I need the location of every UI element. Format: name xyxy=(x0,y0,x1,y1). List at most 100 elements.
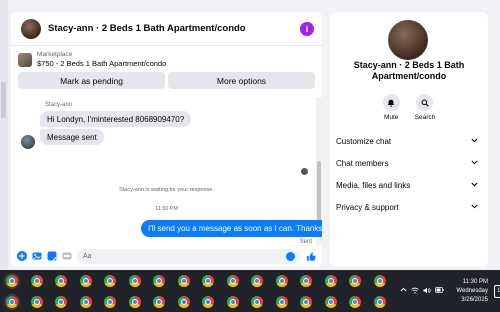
message-input[interactable]: Aa xyxy=(77,248,301,264)
chevron-down-icon xyxy=(471,138,478,145)
clock-time: 11:30 PM xyxy=(462,278,488,285)
clock-date: 3/26/2025 xyxy=(461,296,488,303)
customize-chat-row[interactable]: Customize chat xyxy=(336,130,478,152)
avatar[interactable] xyxy=(21,18,41,39)
seen-indicator-avatar xyxy=(301,168,308,175)
taskbar-browser-button[interactable] xyxy=(294,291,319,312)
taskbar-browser-button[interactable] xyxy=(196,270,221,291)
sender-name: Stacy-ann xyxy=(45,102,73,108)
taskbar-browser-button[interactable] xyxy=(49,291,74,312)
search-icon xyxy=(416,94,434,111)
notification-center-button[interactable]: 14 xyxy=(494,284,500,298)
plus-icon[interactable] xyxy=(17,251,27,261)
taskbar-browser-button[interactable] xyxy=(0,291,25,312)
chevron-down-icon xyxy=(471,160,478,167)
listing-thumbnail xyxy=(18,52,32,67)
clock[interactable]: 11:30 PM Wednesday 3/26/2025 xyxy=(448,278,488,305)
taskbar-browser-button[interactable] xyxy=(221,270,246,291)
chrome-icon xyxy=(79,295,92,308)
chrome-icon xyxy=(55,295,68,308)
mute-button[interactable]: Mute xyxy=(382,94,400,121)
speaker-icon[interactable] xyxy=(423,287,431,296)
taskbar-browser-button[interactable] xyxy=(98,270,123,291)
sender-avatar[interactable] xyxy=(21,135,35,149)
chevron-up-icon[interactable] xyxy=(400,287,407,296)
chrome-icon xyxy=(226,295,239,308)
taskbar-browser-button[interactable] xyxy=(172,270,197,291)
mark-as-pending-button[interactable]: Mark as pending xyxy=(18,72,165,89)
privacy-support-row[interactable]: Privacy & support xyxy=(336,196,478,218)
taskbar-browser-button[interactable] xyxy=(74,291,99,312)
waiting-notice: Stacy-ann is waiting for your response. xyxy=(119,187,214,193)
media-files-links-row[interactable]: Media, files and links xyxy=(336,174,478,196)
taskbar-browser-button[interactable] xyxy=(74,270,99,291)
conversation-details-panel: Stacy-ann · 2 Beds 1 Bath Apartment/cond… xyxy=(330,12,488,267)
taskbar-browser-button[interactable] xyxy=(319,270,344,291)
message-bubble-incoming: Message sent xyxy=(40,129,104,145)
wifi-icon[interactable] xyxy=(411,287,419,296)
chat-members-row[interactable]: Chat members xyxy=(336,152,478,174)
taskbar-browser-button[interactable] xyxy=(319,291,344,312)
taskbar-browser-button[interactable] xyxy=(123,270,148,291)
chrome-icon xyxy=(79,274,92,287)
taskbar-browser-button[interactable] xyxy=(0,270,25,291)
taskbar-browser-button[interactable] xyxy=(25,270,50,291)
bell-icon xyxy=(382,94,400,111)
chrome-icon xyxy=(30,274,43,287)
taskbar-browser-button[interactable] xyxy=(368,291,393,312)
taskbar-browser-button[interactable] xyxy=(147,270,172,291)
taskbar-browser-button[interactable] xyxy=(25,291,50,312)
taskbar-browser-button[interactable] xyxy=(196,291,221,312)
message-list: Stacy-ann Hi Londyn, I'minterested 80689… xyxy=(11,97,322,247)
taskbar-browser-button[interactable] xyxy=(343,270,368,291)
chrome-icon xyxy=(349,274,362,287)
more-options-button[interactable]: More options xyxy=(168,72,315,89)
taskbar-browser-button[interactable] xyxy=(294,270,319,291)
taskbar-browser-button[interactable] xyxy=(221,291,246,312)
row-label: Chat members xyxy=(336,158,389,168)
chrome-icon xyxy=(177,274,190,287)
info-icon[interactable]: i xyxy=(300,21,314,36)
chrome-icon xyxy=(226,274,239,287)
taskbar-browser-button[interactable] xyxy=(172,291,197,312)
photo-icon[interactable] xyxy=(32,251,42,261)
marketplace-listing[interactable]: Marketplace $750 - 2 Beds 1 Bath Apartme… xyxy=(11,46,322,68)
chevron-down-icon xyxy=(471,182,478,189)
message-bubble-incoming: Hi Londyn, I'minterested 8068909470? xyxy=(40,111,192,127)
listing-title: $750 - 2 Beds 1 Bath Apartment/condo xyxy=(37,59,167,68)
taskbar-browser-button[interactable] xyxy=(343,291,368,312)
chrome-icon xyxy=(104,274,117,287)
sticker-icon[interactable] xyxy=(47,251,57,261)
taskbar-browser-button[interactable] xyxy=(245,291,270,312)
chrome-icon xyxy=(349,295,362,308)
background-scrollbar[interactable] xyxy=(1,82,6,118)
system-tray: 11:30 PM Wednesday 3/26/2025 14 xyxy=(400,270,500,312)
gif-icon[interactable] xyxy=(62,251,72,261)
taskbar-browser-button[interactable] xyxy=(123,291,148,312)
avatar[interactable] xyxy=(388,20,428,60)
emoji-icon[interactable] xyxy=(286,251,295,261)
thumbs-up-icon[interactable] xyxy=(306,251,316,261)
taskbar-browser-button[interactable] xyxy=(147,291,172,312)
taskbar-browser-button[interactable] xyxy=(245,270,270,291)
taskbar-browser-button[interactable] xyxy=(49,270,74,291)
message-timestamp: 11:30 PM xyxy=(154,206,179,212)
chrome-icon xyxy=(128,295,141,308)
chrome-icon xyxy=(128,274,141,287)
taskbar-browser-button[interactable] xyxy=(98,291,123,312)
taskbar-browser-button[interactable] xyxy=(368,270,393,291)
taskbar-browser-button[interactable] xyxy=(270,291,295,312)
chrome-icon xyxy=(177,295,190,308)
chrome-icon xyxy=(153,295,166,308)
message-bubble-outgoing: I'll send you a message as soon as I can… xyxy=(141,220,322,237)
chat-title[interactable]: Stacy-ann · 2 Beds 1 Bath Apartment/cond… xyxy=(48,23,300,34)
chevron-down-icon xyxy=(471,204,478,211)
row-label: Customize chat xyxy=(336,136,392,146)
search-button[interactable]: Search xyxy=(415,94,435,121)
taskbar-browser-button[interactable] xyxy=(270,270,295,291)
panel-title: Stacy-ann · 2 Beds 1 Bath Apartment/cond… xyxy=(353,60,465,81)
battery-icon[interactable] xyxy=(435,286,444,296)
chrome-icon xyxy=(275,274,288,287)
mute-label: Mute xyxy=(383,114,399,121)
chrome-icon xyxy=(275,295,288,308)
